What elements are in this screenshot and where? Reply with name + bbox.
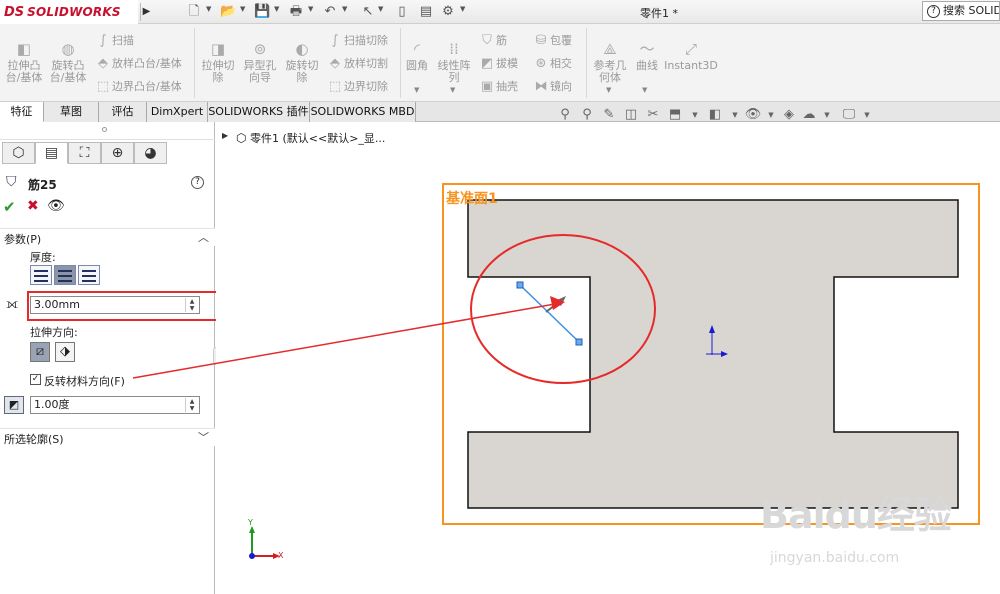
sketch-endpoint[interactable] — [516, 281, 524, 289]
sketch-plane-label[interactable]: 基准面1 — [446, 188, 498, 208]
baidu-watermark: Baidu经验 jingyan.baidu.com — [760, 484, 1000, 594]
triad-origin — [249, 553, 255, 559]
triad-y-label: Y — [248, 518, 253, 527]
annotation-arrow-line — [132, 303, 556, 379]
rib-sketch-line[interactable] — [519, 284, 580, 343]
watermark-url: jingyan.baidu.com — [770, 550, 900, 566]
triad-x-label: X — [278, 551, 284, 560]
watermark-brand: Baidu经验 — [760, 493, 952, 537]
sketch-endpoint[interactable] — [575, 338, 583, 346]
triad-y-arrowhead — [249, 526, 255, 533]
solidworks-window: DS SOLIDWORKS ▶ 🗋 ▼ 📂 ▼ 💾 ▼ 🖶 ▼ ↶ ▼ ↖ ▼ … — [0, 0, 1000, 594]
